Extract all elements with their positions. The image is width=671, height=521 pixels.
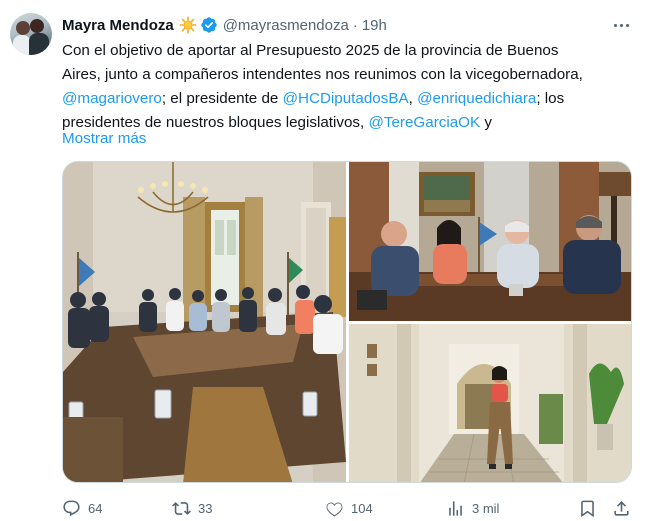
text-fragment: ; el presidente de bbox=[161, 90, 283, 107]
sun-emoji-icon bbox=[179, 16, 197, 34]
officials-at-table-image bbox=[349, 162, 631, 321]
more-dot-icon bbox=[619, 23, 623, 27]
media-grid bbox=[62, 161, 632, 483]
bookmark-button[interactable] bbox=[578, 497, 597, 519]
author-name[interactable]: Mayra Mendoza bbox=[62, 17, 174, 34]
like-count: 104 bbox=[351, 500, 373, 516]
tweet-text-line: @magariovero; el presidente de @HCDiputa… bbox=[62, 87, 642, 111]
reply-button[interactable]: 64 bbox=[62, 497, 102, 519]
bookmark-icon bbox=[581, 500, 594, 517]
share-button[interactable] bbox=[612, 497, 631, 519]
officials-at-table-photo[interactable] bbox=[349, 162, 631, 321]
woman-in-corridor-image bbox=[349, 324, 631, 482]
meeting-room-image bbox=[63, 162, 346, 482]
views-count: 3 mil bbox=[472, 500, 500, 516]
more-dot-icon bbox=[625, 23, 629, 27]
repost-button[interactable]: 33 bbox=[172, 497, 212, 519]
mention-enriquedichiara[interactable]: @enriquedichiara bbox=[417, 90, 536, 107]
repost-count: 33 bbox=[198, 500, 213, 516]
verified-badge-icon[interactable] bbox=[200, 16, 218, 34]
meeting-room-photo[interactable] bbox=[63, 162, 346, 482]
text-fragment: , bbox=[408, 90, 418, 107]
action-bar: 64 33 104 3 mil bbox=[62, 497, 632, 519]
more-options-button[interactable] bbox=[608, 14, 634, 36]
views-button[interactable]: 3 mil bbox=[446, 497, 499, 519]
show-more-link[interactable]: Mostrar más bbox=[62, 127, 146, 151]
mention-magariovero[interactable]: @magariovero bbox=[62, 90, 162, 107]
heart-icon bbox=[326, 502, 343, 517]
tweet-text-line: presidentes de nuestros bloques legislat… bbox=[62, 111, 642, 135]
share-icon bbox=[614, 500, 629, 516]
timestamp[interactable]: 19h bbox=[362, 17, 387, 34]
author-handle[interactable]: @mayrasmendoza bbox=[223, 17, 349, 34]
reply-count: 64 bbox=[88, 500, 103, 516]
woman-in-corridor-photo[interactable] bbox=[349, 324, 631, 482]
like-button[interactable]: 104 bbox=[325, 497, 373, 519]
repost-icon bbox=[172, 501, 191, 515]
avatar[interactable] bbox=[10, 13, 52, 55]
text-fragment: y bbox=[480, 114, 492, 131]
mention-teregarciaok[interactable]: @TereGarciaOK bbox=[368, 114, 480, 131]
tweet-text: Con el objetivo de aportar al Presupuest… bbox=[62, 39, 642, 135]
mention-hcdiputadosba[interactable]: @HCDiputadosBA bbox=[283, 90, 409, 107]
tweet[interactable]: Mayra Mendoza @mayrasmendoza · 19h Con e… bbox=[0, 0, 671, 521]
views-chart-icon bbox=[449, 500, 462, 516]
tweet-header: Mayra Mendoza @mayrasmendoza · 19h bbox=[62, 14, 387, 36]
more-dot-icon bbox=[613, 23, 617, 27]
text-fragment: ; los bbox=[536, 90, 565, 107]
reply-icon bbox=[63, 500, 80, 516]
tweet-text-line: Aires, junto a compañeros intendentes no… bbox=[62, 66, 583, 83]
tweet-text-line: Con el objetivo de aportar al Presupuest… bbox=[62, 42, 559, 59]
separator-dot: · bbox=[352, 16, 358, 34]
